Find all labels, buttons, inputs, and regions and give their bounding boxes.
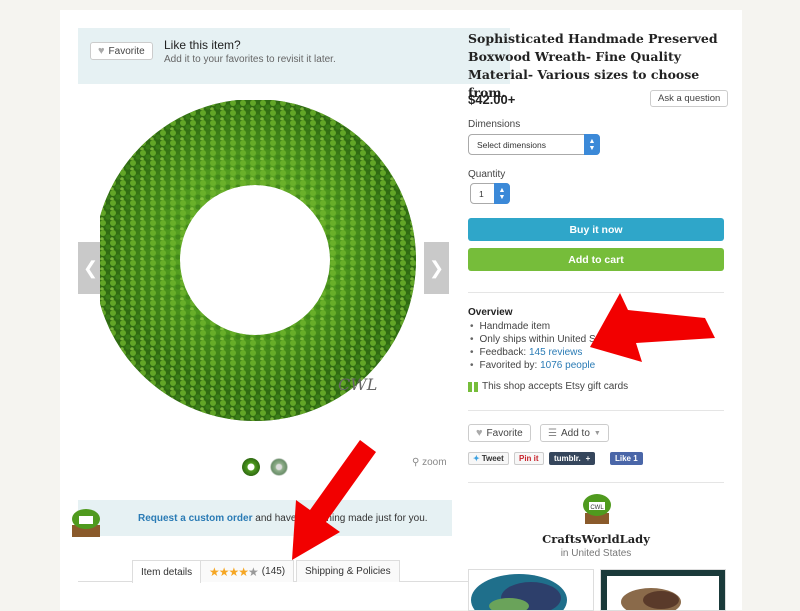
gift-card-icon <box>468 381 478 392</box>
tab-item-details[interactable]: Item details <box>132 560 202 583</box>
gift-card-notice: This shop accepts Etsy gift cards <box>468 381 628 392</box>
favorited-people-link[interactable]: 1076 people <box>540 360 595 371</box>
shop-avatar[interactable]: CWL <box>580 492 614 524</box>
overview-item: Feedback: 145 reviews <box>470 346 620 359</box>
shop-item-thumbnail[interactable] <box>600 569 726 611</box>
divider <box>468 482 724 483</box>
tweet-label: Tweet <box>481 454 504 463</box>
zoom-button[interactable]: ⚲ zoom <box>412 457 447 468</box>
rating-stars-icon: ★★★★★ <box>209 564 259 579</box>
ask-question-button[interactable]: Ask a question <box>650 90 729 107</box>
tweet-button[interactable]: ✦ Tweet <box>468 452 509 465</box>
overview-item: Only ships within United States. <box>470 333 621 346</box>
thumbnail-1[interactable] <box>242 458 260 476</box>
tab-item-details-label: Item details <box>141 566 193 578</box>
overview-list: Handmade item Only ships within United S… <box>470 320 621 372</box>
overview-handmade: Handmade item <box>479 321 551 332</box>
zoom-label: zoom <box>422 457 447 468</box>
peacock-feather-image <box>469 570 593 610</box>
quantity-label: Quantity <box>468 169 506 180</box>
next-image-button[interactable]: ❯ <box>424 242 449 294</box>
tumblr-button[interactable]: tumblr. + <box>549 452 596 465</box>
shop-location: in United States <box>560 548 632 559</box>
shop-item-thumbnail[interactable] <box>468 569 594 611</box>
quantity-value: 1 <box>479 188 484 199</box>
request-custom-order-link[interactable]: Request a custom order <box>138 513 252 524</box>
tab-reviews[interactable]: ★★★★★ (145) <box>200 560 295 582</box>
listing-page: ♥ Favorite Like this item? Add it to you… <box>60 10 742 611</box>
overview-shipping: Only ships within United States. <box>479 334 621 345</box>
facebook-like-button[interactable]: Like 1 <box>610 452 643 465</box>
heart-icon: ♥ <box>476 426 483 439</box>
list-icon: ☰ <box>548 427 557 439</box>
dimensions-label: Dimensions <box>468 119 521 130</box>
like-label: Like 1 <box>615 454 638 463</box>
image-thumbnails <box>242 458 288 476</box>
tab-shipping-policies[interactable]: Shipping & Policies <box>296 560 400 582</box>
favorite-banner: ♥ Favorite Like this item? Add it to you… <box>78 28 510 84</box>
gift-card-text: This shop accepts Etsy gift cards <box>482 381 629 392</box>
dimensions-value: Select dimensions <box>477 139 546 150</box>
favorite-secondary-label: Favorite <box>486 427 523 439</box>
add-to-list-button[interactable]: ☰ Add to ▼ <box>540 424 609 442</box>
pinterest-button[interactable]: Pin it <box>514 452 544 465</box>
quantity-select[interactable]: 1 ▲ ▼ <box>470 183 510 204</box>
divider <box>468 410 724 411</box>
magnifier-icon: ⚲ <box>412 457 420 468</box>
chevron-left-icon: ❮ <box>82 257 99 278</box>
buy-now-button[interactable]: Buy it now <box>468 218 724 241</box>
feedback-reviews-link[interactable]: 145 reviews <box>529 347 582 358</box>
overview-title: Overview <box>468 307 513 318</box>
feedback-label: Feedback: <box>479 347 529 358</box>
shop-avatar-small <box>72 509 100 537</box>
tumblr-plus: + <box>585 454 591 463</box>
tab-shipping-label: Shipping & Policies <box>305 566 391 577</box>
favorite-button-secondary[interactable]: ♥ Favorite <box>468 424 531 442</box>
custom-order-banner: Request a custom order and have somethin… <box>78 500 452 536</box>
shop-avatar-text: CWL <box>590 505 604 511</box>
custom-order-rest: and have something made just for you. <box>252 513 428 524</box>
favorited-label: Favorited by: <box>479 360 541 371</box>
chevron-down-icon: ▼ <box>593 429 601 437</box>
image-watermark: CWL <box>338 375 377 394</box>
favorite-banner-subtitle: Add it to your favorites to revisit it l… <box>164 54 336 65</box>
overview-item: Favorited by: 1076 people <box>470 359 620 372</box>
listing-price: $42.00+ <box>468 92 516 107</box>
tumblr-label: tumblr. <box>554 454 581 463</box>
overview-item: Handmade item <box>470 320 620 333</box>
heart-icon: ♥ <box>98 44 105 57</box>
quantity-arrows-icon: ▲ ▼ <box>494 183 510 204</box>
reviews-count: (145) <box>261 566 286 577</box>
custom-order-text: Request a custom order and have somethin… <box>138 513 428 524</box>
product-image-wreath: CWL <box>100 100 416 421</box>
favorite-button-label: Favorite <box>108 45 145 57</box>
divider <box>468 292 724 293</box>
framed-feather-image <box>601 570 725 610</box>
dimensions-select[interactable]: Select dimensions ▲ ▼ <box>468 134 600 155</box>
twitter-icon: ✦ <box>473 454 480 463</box>
chevron-right-icon: ❯ <box>428 257 445 278</box>
favorite-banner-title: Like this item? <box>164 38 241 52</box>
add-to-label: Add to <box>560 427 590 439</box>
favorite-button[interactable]: ♥ Favorite <box>90 42 153 60</box>
shop-name[interactable]: CraftsWorldLady <box>468 532 724 546</box>
add-to-cart-button[interactable]: Add to cart <box>468 248 724 271</box>
thumbnail-2[interactable] <box>270 458 288 476</box>
select-arrows-icon: ▲ ▼ <box>584 134 600 155</box>
